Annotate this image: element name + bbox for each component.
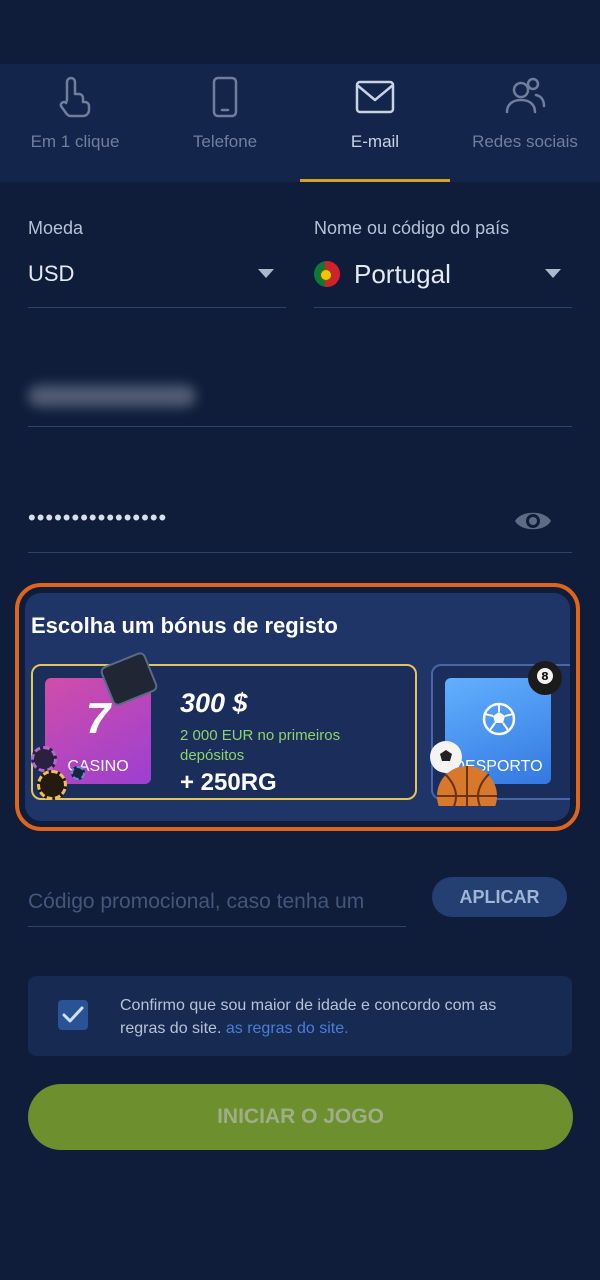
basketball-icon [437,766,497,806]
start-game-button[interactable]: INICIAR O JOGO [28,1084,573,1150]
country-underline [314,307,572,308]
bonus-title: Escolha um bónus de registo [31,613,338,638]
tab-one-click[interactable]: Em 1 clique [0,64,150,182]
checkmark-icon [62,1006,84,1023]
tab-email[interactable]: E-mail [300,64,450,182]
casino-seven-icon: 7 [85,694,111,743]
eight-ball-icon: 8 [528,661,562,695]
tab-phone[interactable]: Telefone [150,64,300,182]
phone-icon [212,76,238,118]
bonus-highlight: Escolha um bónus de registo 7 CASINO 300… [15,583,580,831]
casino-chip-icon [71,766,85,780]
tab-social[interactable]: Redes sociais [450,64,600,182]
email-underline [28,426,572,427]
casino-bonus-extra: + 250RG [180,769,277,796]
casino-bonus-amount: 300 $ [180,688,248,718]
sport-bonus-card[interactable]: DESPORTO 8 30 2 0dep [430,661,570,806]
password-underline [28,552,572,553]
tab-label: Em 1 clique [30,132,120,151]
bonus-panel: Escolha um bónus de registo 7 CASINO 300… [25,593,570,821]
currency-select[interactable]: USD [28,261,74,287]
country-label: Nome ou código do país [314,218,510,238]
portugal-flag-icon [314,261,340,287]
hand-pointer-icon [59,76,91,118]
svg-text:8: 8 [541,670,549,683]
promo-code-input[interactable] [28,880,406,924]
currency-label: Moeda [28,218,84,238]
apply-promo-button[interactable]: APLICAR [432,877,567,917]
casino-chip-icon [37,770,67,800]
password-field[interactable]: •••••••••••••••• [28,505,167,531]
eye-icon[interactable] [514,507,552,535]
chevron-down-icon[interactable] [258,269,274,278]
casino-bonus-desc: 2 000 EUR no primeiros depósitos [180,727,341,764]
tab-label: Redes sociais [472,132,578,151]
consent-checkbox[interactable] [58,1000,88,1030]
promo-underline [28,926,406,927]
site-rules-link[interactable]: as regras do site. [226,1020,349,1037]
casino-bonus-card[interactable]: 7 CASINO 300 $ 2 000 EUR no primeiros de… [31,650,417,800]
country-select[interactable]: Portugal [354,259,451,290]
envelope-icon [355,80,395,114]
consent-box: Confirmo que sou maior de idade e concor… [28,976,572,1056]
users-icon [505,77,546,114]
email-field[interactable] [28,385,196,407]
tab-label: E-mail [350,132,400,151]
tab-label: Telefone [192,132,258,151]
consent-text: Confirmo que sou maior de idade e concor… [120,994,540,1040]
currency-underline [28,307,286,308]
registration-tabs: Em 1 clique Telefone E-mail Redes sociai… [0,64,600,182]
top-strip [0,0,600,64]
chevron-down-icon[interactable] [545,269,561,278]
casino-chip-icon [31,746,57,772]
football-icon [482,702,516,736]
